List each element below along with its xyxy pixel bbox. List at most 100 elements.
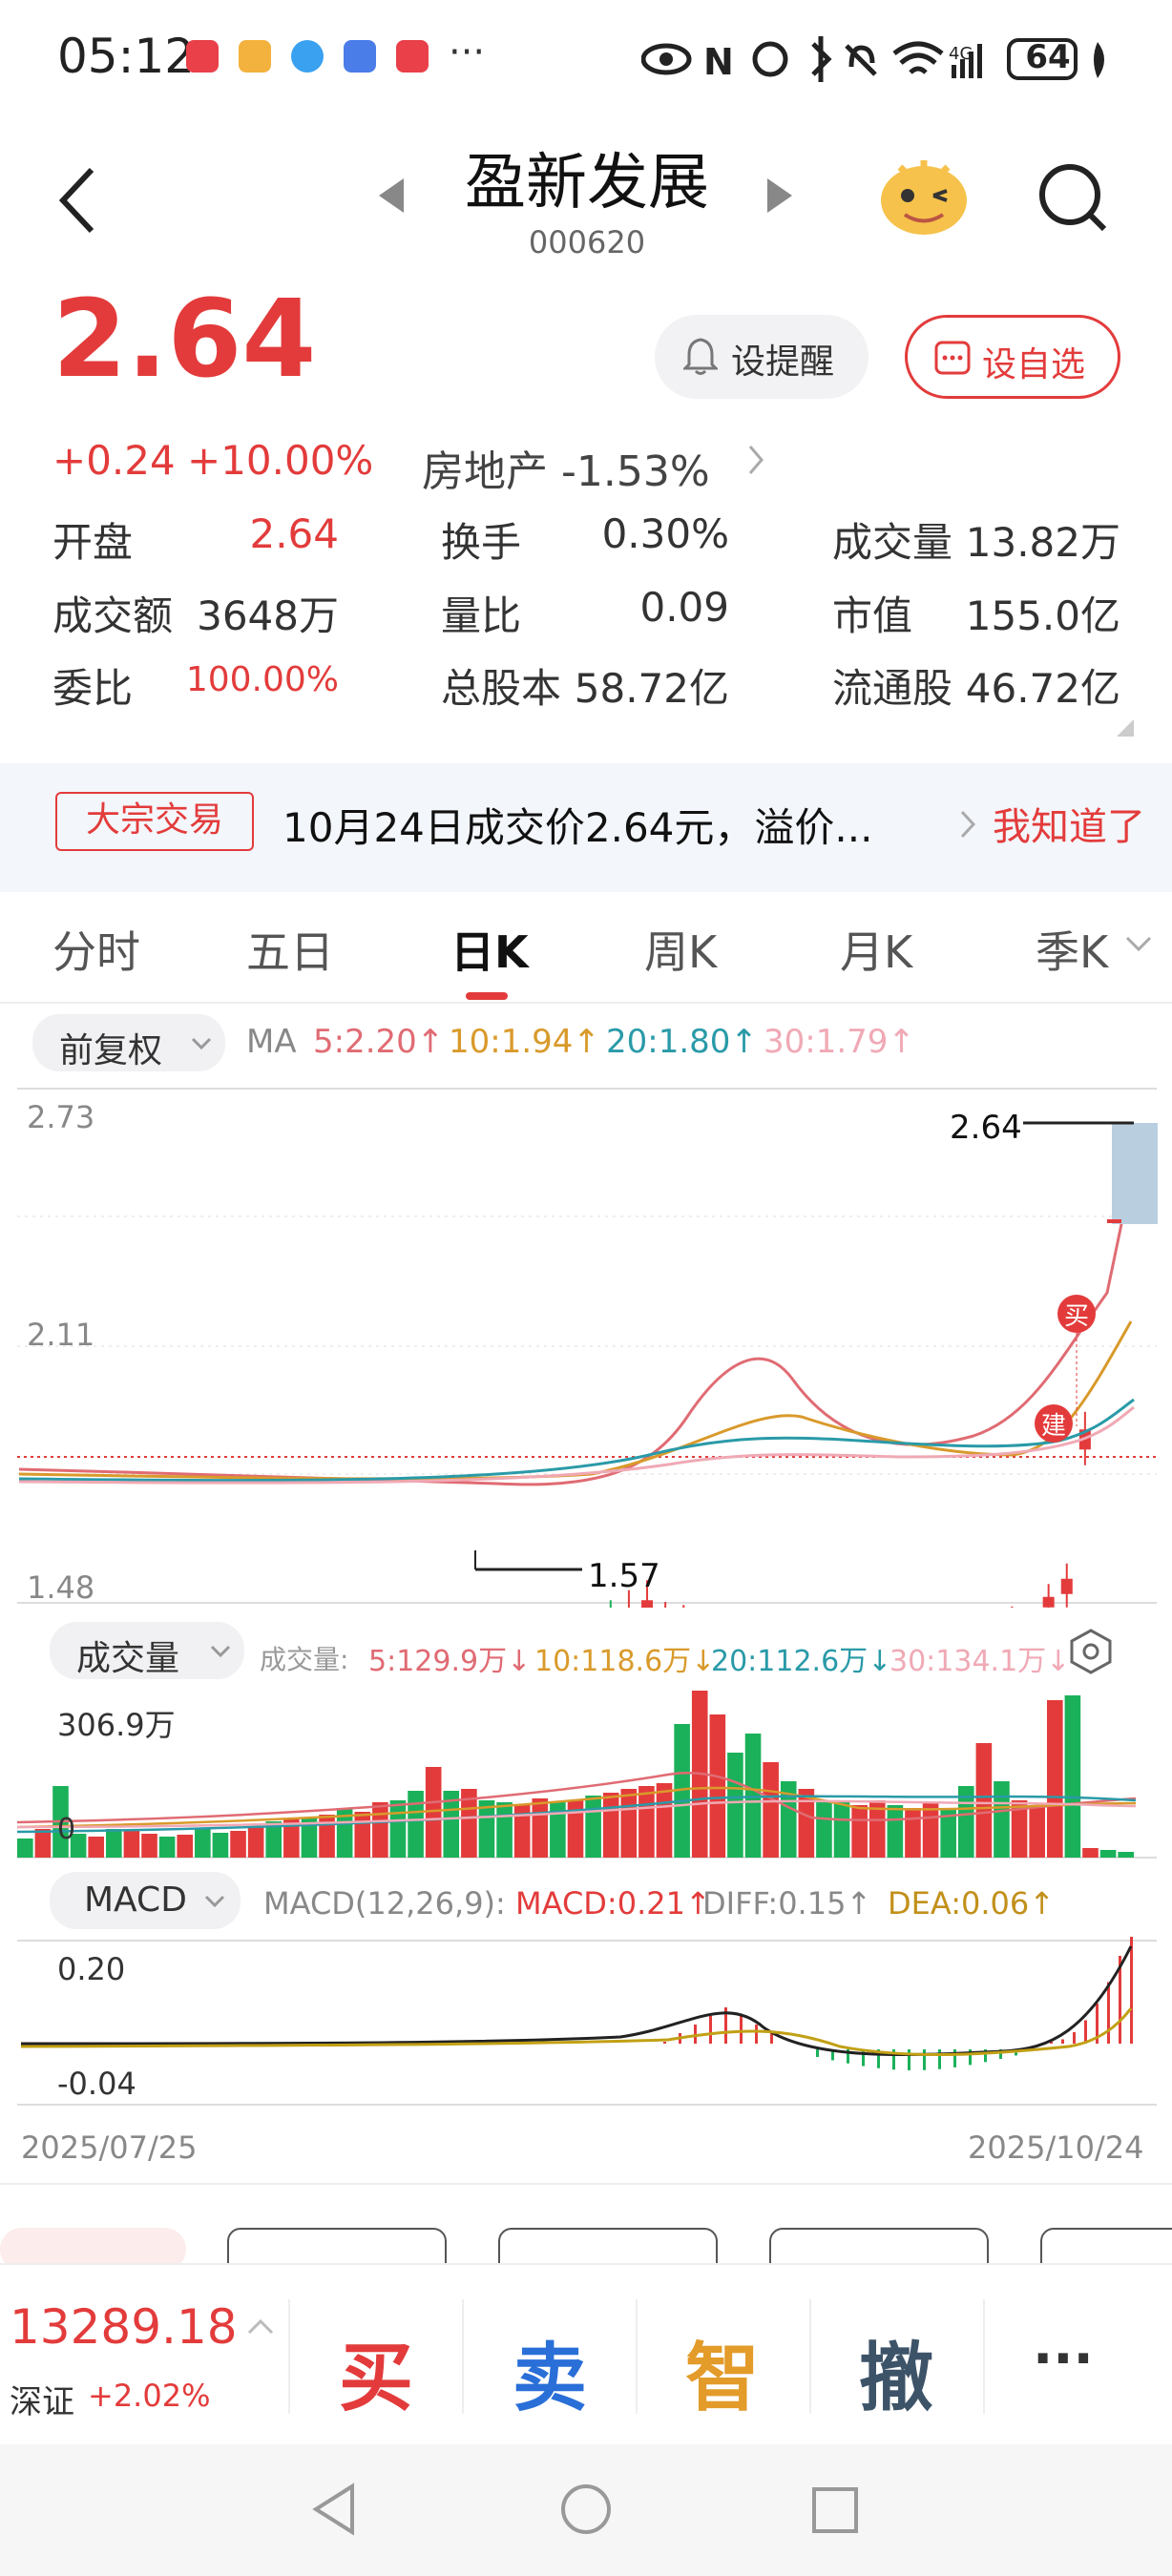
volume-chart[interactable] — [0, 1684, 1172, 1860]
tab-weekly-k[interactable]: 周K — [644, 918, 717, 981]
app-notification-icon — [186, 40, 219, 73]
volume-bar — [763, 1762, 779, 1858]
ma-line — [18, 1398, 1135, 1483]
dea-value: DEA:0.06↑ — [888, 1885, 1056, 1922]
candles-group — [609, 1411, 1091, 1608]
ma-line — [18, 1177, 1133, 1486]
build-marker-label: 建 — [1040, 1412, 1066, 1441]
volume-zero-label: 0 — [57, 1813, 76, 1846]
candle — [1060, 1578, 1073, 1594]
notice-dismiss-button[interactable]: 我知道了 — [993, 796, 1145, 851]
volume-bar — [141, 1834, 157, 1858]
notice-banner: 大宗交易 10月24日成交价2.64元，溢价... 我知道了 — [0, 763, 1172, 892]
search-icon[interactable] — [1036, 160, 1112, 237]
stock-header: 盈新发展 000620 — [0, 114, 1172, 277]
battery-level: 64 — [1025, 38, 1071, 76]
chevron-right-icon — [748, 446, 764, 474]
svg-text:N: N — [703, 41, 734, 83]
volume-bar — [158, 1837, 176, 1858]
macd-lines-group — [20, 1945, 1133, 2057]
more-notifications-icon: ··· — [449, 31, 486, 74]
volume-max-label: 306.9万 — [57, 1707, 176, 1743]
status-time: 05:12 — [57, 29, 196, 84]
volume-bar — [532, 1798, 549, 1858]
system-nav-bar — [0, 2444, 1172, 2576]
volume-bar — [1046, 1700, 1063, 1858]
chevron-down-icon — [204, 1895, 225, 1908]
ma30-value: 30:1.79↑ — [764, 1023, 915, 1061]
buy-button[interactable]: 买 — [339, 2318, 413, 2425]
vol20-value: 20:112.6万↓ — [711, 1645, 892, 1678]
more-button[interactable]: ··· — [1033, 2328, 1094, 2390]
back-icon[interactable] — [53, 162, 101, 239]
stat-label: 市值 — [832, 592, 913, 639]
ma-lines-group — [18, 1177, 1135, 1486]
volume-bar — [816, 1800, 832, 1858]
bell-icon — [683, 338, 718, 375]
mascot-icon[interactable] — [876, 153, 972, 239]
index-value[interactable]: 13289.18 — [10, 2299, 238, 2355]
stat-total-shares: 总股本 58.72亿 — [441, 656, 729, 715]
macd-chart[interactable] — [0, 1937, 1172, 2109]
buy-marker-label: 买 — [1063, 1302, 1089, 1331]
tab-intraday[interactable]: 分时 — [52, 918, 140, 981]
y-axis-top: 2.73 — [27, 1099, 95, 1135]
smart-button[interactable]: 智 — [685, 2318, 760, 2425]
chevron-up-icon[interactable] — [246, 2316, 275, 2336]
watchlist-icon — [934, 341, 971, 375]
vol10-value: 10:118.6万↓ — [534, 1645, 716, 1678]
volume-bar — [389, 1800, 407, 1858]
price-change-pct: +10.00% — [187, 437, 374, 484]
nav-home-icon[interactable] — [559, 2483, 613, 2536]
add-watchlist-button[interactable]: 设自选 — [905, 315, 1120, 399]
tab-daily-k[interactable]: 日K — [450, 918, 529, 981]
volume-bar — [1118, 1852, 1134, 1858]
price-range-box — [1112, 1123, 1158, 1224]
next-stock-icon[interactable] — [765, 177, 794, 215]
volume-bar — [656, 1783, 673, 1858]
index-name: 深证 — [10, 2383, 74, 2421]
ma10-value: 10:1.94↑ — [449, 1023, 600, 1061]
macd-bar — [663, 2042, 666, 2044]
stat-value: 58.72亿 — [574, 665, 729, 712]
adjust-dropdown[interactable]: 前复权 — [32, 1014, 225, 1071]
tab-five-day[interactable]: 五日 — [246, 918, 334, 981]
chevron-down-icon[interactable] — [1124, 935, 1153, 954]
app-notification-icon — [396, 40, 429, 73]
divider — [0, 2183, 1172, 2185]
macd-value: MACD:0.21↑ — [515, 1885, 711, 1922]
notice-text[interactable]: 10月24日成交价2.64元，溢价... — [283, 796, 872, 854]
stat-label: 委比 — [52, 665, 134, 712]
divider — [288, 2299, 290, 2414]
volume-dropdown[interactable]: 成交量 — [50, 1622, 244, 1679]
macd-dropdown[interactable]: MACD — [50, 1872, 241, 1929]
period-tabs: 分时 五日 日K 周K 月K 季K — [0, 887, 1172, 1002]
nav-recents-icon[interactable] — [811, 2486, 859, 2534]
tab-monthly-k[interactable]: 月K — [840, 918, 912, 981]
chevron-right-icon — [960, 810, 976, 839]
tab-quarterly-k[interactable]: 季K — [1036, 918, 1108, 981]
kline-chart[interactable] — [0, 1083, 1172, 1608]
stat-value: 0.30% — [601, 510, 729, 557]
volume-bar — [230, 1831, 246, 1858]
nav-back-icon[interactable] — [310, 2483, 358, 2536]
date-start: 2025/07/25 — [21, 2129, 198, 2166]
volume-bar — [195, 1829, 211, 1858]
sector-link[interactable]: 房地产 -1.53% — [422, 437, 710, 498]
stat-value: 13.82万 — [965, 519, 1120, 566]
volume-bar — [1082, 1848, 1099, 1858]
macd-bar — [862, 2049, 865, 2067]
calendar-icon — [344, 40, 376, 73]
adjust-label: 前复权 — [59, 1031, 163, 1070]
volume-bar — [372, 1802, 388, 1858]
volume-bar — [887, 1805, 904, 1858]
prev-stock-icon[interactable] — [377, 177, 406, 215]
macd-bar — [1061, 2039, 1064, 2044]
set-alert-button[interactable]: 设提醒 — [655, 315, 869, 399]
expand-corner-icon[interactable] — [1115, 717, 1136, 738]
settings-hex-icon[interactable] — [1067, 1628, 1115, 1675]
stat-label: 成交额 — [52, 592, 174, 639]
sell-button[interactable]: 卖 — [513, 2318, 587, 2425]
cancel-button[interactable]: 撤 — [859, 2318, 933, 2425]
stat-volume-ratio: 量比 0.09 — [441, 584, 729, 642]
